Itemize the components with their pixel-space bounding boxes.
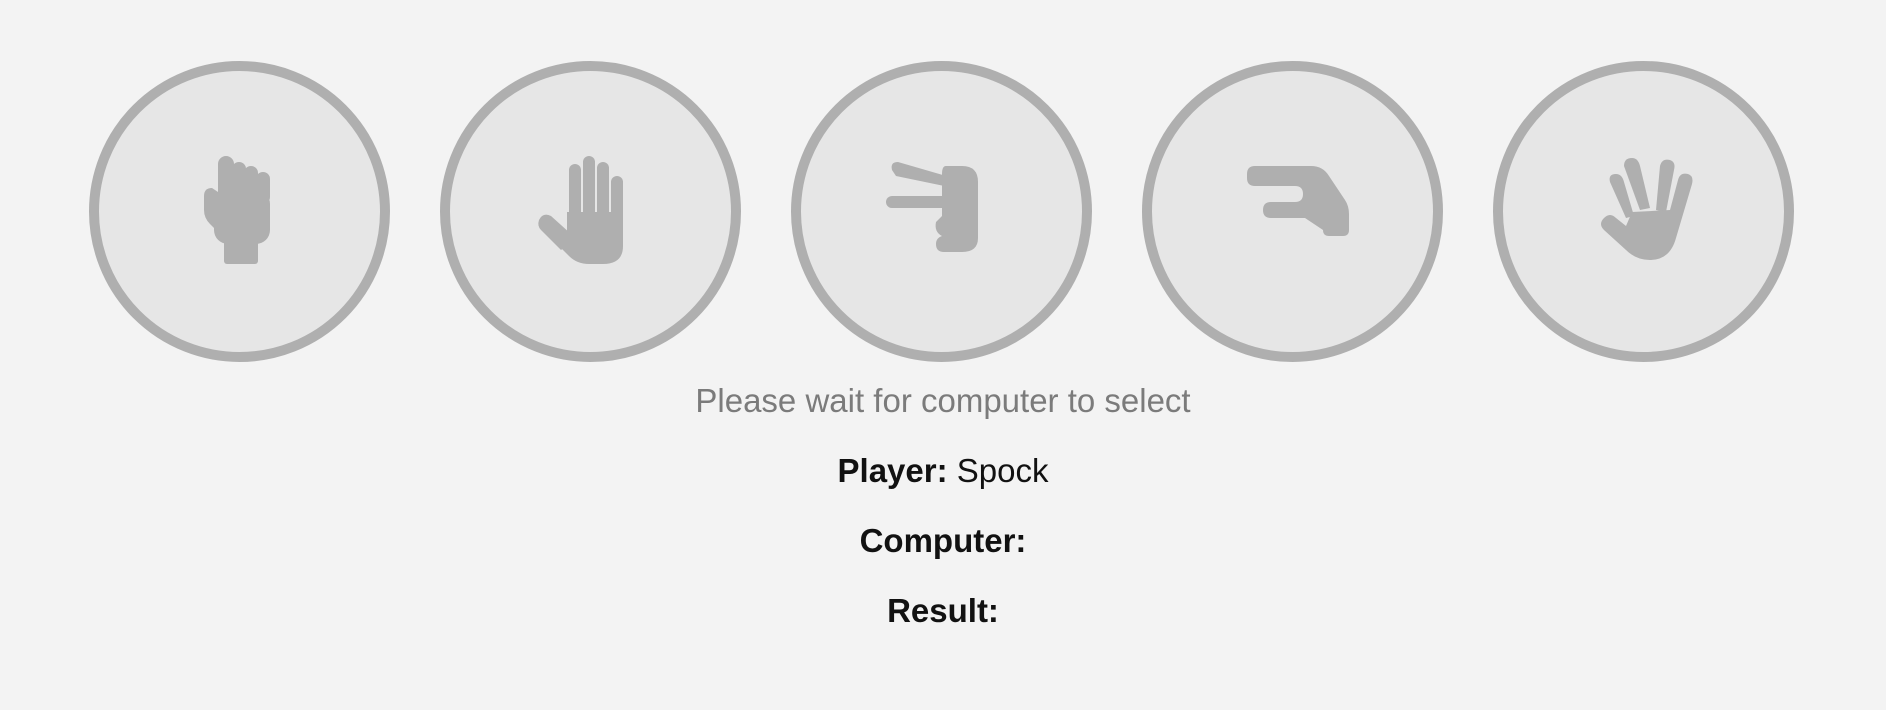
scissors-button[interactable] [791,61,1092,362]
result-line: Result: [0,592,1886,630]
player-value: Spock [956,452,1049,489]
hand-fist-icon [203,155,270,264]
player-line: Player: Spock [0,452,1886,490]
choice-buttons [0,61,1886,362]
hand-paper-icon [537,155,623,264]
paper-button[interactable] [440,61,741,362]
rock-button[interactable] [89,61,390,362]
hand-spock-icon [1600,157,1692,260]
computer-label: Computer: [859,522,1027,559]
status-message: Please wait for computer to select [695,382,1191,419]
lizard-button[interactable] [1142,61,1443,362]
result-label: Result: [887,592,999,629]
player-label: Player: [837,452,948,489]
computer-line: Computer: [0,522,1886,560]
hand-lizard-icon [1246,165,1349,236]
hand-scissors-icon [885,161,978,252]
spock-button[interactable] [1493,61,1794,362]
